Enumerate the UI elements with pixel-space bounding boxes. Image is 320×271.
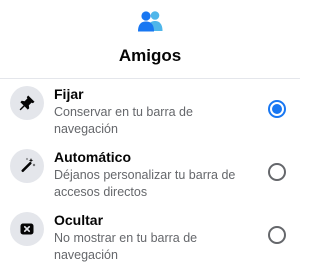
option-ocultar[interactable]: Ocultar No mostrar en tu barra de navega… [0, 210, 300, 268]
option-description: No mostrar en tu barra de navegación [54, 231, 198, 262]
option-fijar[interactable]: Fijar Conservar en tu barra de navegació… [0, 84, 300, 142]
radio-ocultar[interactable] [268, 226, 286, 244]
friends-icon [137, 10, 164, 32]
radio-fijar[interactable] [268, 100, 286, 118]
pin-icon [10, 86, 44, 120]
page-title: Amigos [118, 46, 182, 65]
option-title: Ocultar [54, 212, 104, 228]
option-description: Conservar en tu barra de navegación [54, 105, 193, 136]
option-automatico[interactable]: Automático Déjanos personalizar tu barra… [0, 147, 300, 205]
option-title: Automático [54, 149, 131, 165]
magic-wand-icon [10, 149, 44, 183]
hide-icon [10, 212, 44, 246]
option-description: Déjanos personalizar tu barra de accesos… [54, 168, 236, 199]
divider [0, 78, 300, 79]
option-title: Fijar [54, 86, 84, 102]
radio-automatico[interactable] [268, 163, 286, 181]
